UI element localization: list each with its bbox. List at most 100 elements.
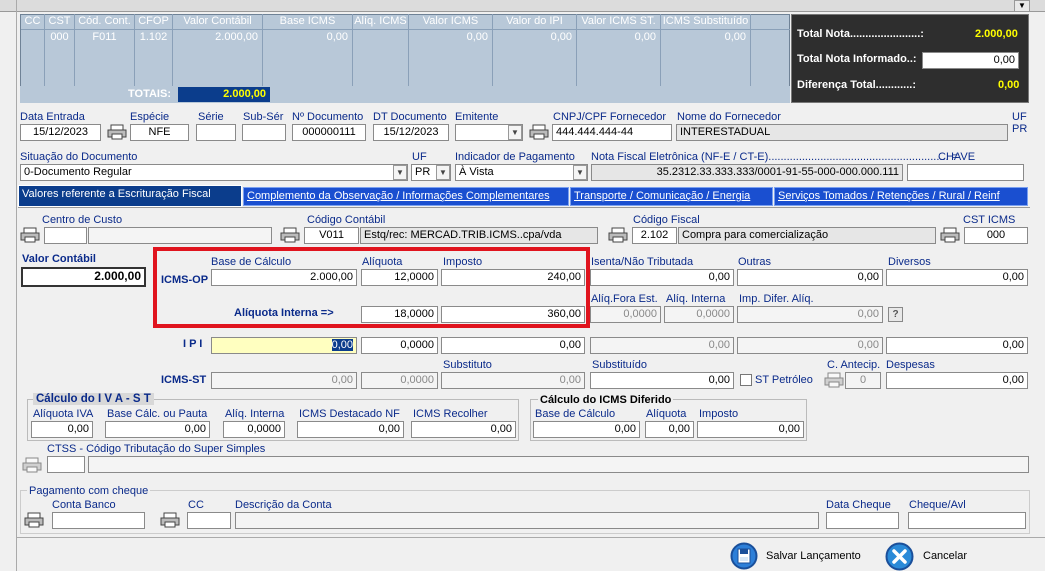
data-entrada-input[interactable]: 15/12/2023	[20, 124, 101, 141]
cc-input[interactable]	[187, 512, 231, 529]
situacao-select[interactable]: 0-Documento Regular	[20, 164, 408, 181]
recolher-input[interactable]: 0,00	[411, 421, 516, 438]
cheque-avl-input[interactable]	[908, 512, 1026, 529]
situacao-chevron-down-icon[interactable]: ▼	[393, 165, 407, 180]
printer-icon[interactable]	[160, 512, 180, 528]
subser-input[interactable]	[242, 124, 286, 141]
ipi-diversos-input[interactable]: 0,00	[886, 337, 1028, 354]
ipi-imposto-input[interactable]: 0,00	[441, 337, 585, 354]
aliq-int2-input[interactable]: 0,0000	[664, 306, 734, 323]
centro-custo-input[interactable]	[44, 227, 87, 244]
diversos-input[interactable]: 0,00	[886, 269, 1028, 286]
ipi-aliquota-input[interactable]: 0,0000	[361, 337, 438, 354]
printer-icon[interactable]	[940, 227, 960, 243]
ipi-base-input[interactable]: 0,00	[211, 337, 357, 354]
grid-row-cell[interactable]: 0,00	[263, 30, 353, 86]
aliq-fora-input[interactable]: 0,0000	[590, 306, 661, 323]
total-informado-input[interactable]: 0,00	[922, 52, 1019, 69]
printer-icon[interactable]	[529, 124, 549, 140]
iva-aliq-interna-input[interactable]: 0,0000	[223, 421, 285, 438]
cancel-button[interactable]: Cancelar	[885, 541, 985, 571]
especie-input[interactable]: NFE	[130, 124, 189, 141]
grid-header-cell[interactable]: Valor ICMS	[409, 14, 493, 29]
grid-row-cell[interactable]: 0,00	[577, 30, 661, 86]
printer-icon[interactable]	[280, 227, 300, 243]
grid-header-cell[interactable]: Valor do IPI	[493, 14, 577, 29]
nfe-input[interactable]: 35.2312.33.333.333/0001-91-55-000-000.00…	[591, 164, 903, 181]
grid-row-cell[interactable]	[21, 30, 45, 86]
cancel-button-label: Cancelar	[923, 550, 968, 562]
cst-input[interactable]: 000	[964, 227, 1028, 244]
grid-header-cell[interactable]: CC	[21, 14, 45, 29]
printer-icon[interactable]	[107, 124, 127, 140]
diferido-imposto-input[interactable]: 0,00	[697, 421, 804, 438]
grid-row-cell[interactable]: 000	[45, 30, 75, 86]
conta-banco-input[interactable]	[52, 512, 145, 529]
base-pauta-input[interactable]: 0,00	[105, 421, 210, 438]
st-petroleo-checkbox[interactable]	[740, 374, 752, 386]
top-scroll-button[interactable]: ▼	[1014, 0, 1030, 12]
grid-row-cell[interactable]	[353, 30, 409, 86]
printer-icon[interactable]	[20, 227, 40, 243]
indpag-select[interactable]: À Vista	[455, 164, 588, 181]
st-aliquota-input[interactable]: 0,0000	[361, 372, 438, 389]
grid-header-cell[interactable]: Base ICMS	[263, 14, 353, 29]
tab-transporte[interactable]: Transporte / Comunicação / Energia	[570, 187, 773, 206]
grid-header-cell[interactable]: Cód. Cont.	[75, 14, 135, 29]
c-antecip-input[interactable]: 0	[845, 372, 881, 389]
grid-row-cell[interactable]: 0,00	[661, 30, 751, 86]
ipi-outras-input[interactable]: 0,00	[737, 337, 883, 354]
tab-complemento-observacao[interactable]: Complemento da Observação / Informações …	[243, 187, 569, 206]
imp-difer-input[interactable]: 0,00	[737, 306, 883, 323]
diferido-aliq-input[interactable]: 0,00	[645, 421, 694, 438]
grid-header-cell[interactable]: ICMS Substituído	[661, 14, 751, 29]
valor-contabil-input[interactable]: 2.000,00	[21, 267, 146, 287]
despesas-input[interactable]: 0,00	[886, 372, 1028, 389]
tab-servicos-tomados[interactable]: Serviços Tomados / Retenções / Rural / R…	[774, 187, 1028, 206]
st-substituto-input[interactable]: 0,00	[441, 372, 585, 389]
st-substituido-input[interactable]: 0,00	[590, 372, 734, 389]
grid-header-cell[interactable]: Valor ICMS ST.	[577, 14, 661, 29]
help-button[interactable]: ?	[888, 307, 903, 322]
chave-input[interactable]	[907, 164, 1024, 181]
cnpj-input[interactable]: 444.444.444-44	[552, 124, 672, 141]
iva-aliq-interna-label: Alíq. Interna	[225, 408, 285, 420]
desc-conta-label: Descrição da Conta	[235, 499, 332, 511]
st-petroleo-label: ST Petróleo	[755, 374, 813, 386]
diferido-base-input[interactable]: 0,00	[533, 421, 640, 438]
aliq-iva-input[interactable]: 0,00	[31, 421, 93, 438]
grid-header-cell[interactable]: CFOP	[135, 14, 173, 29]
grid-row-cell[interactable]: 2.000,00	[173, 30, 263, 86]
save-button[interactable]: Salvar Lançamento	[730, 541, 870, 570]
ndoc-input[interactable]: 000000111	[292, 124, 366, 141]
grid-row-cell[interactable]: 0,00	[493, 30, 577, 86]
ctss-code-input[interactable]	[47, 456, 85, 473]
data-cheque-input[interactable]	[826, 512, 899, 529]
grid-row-cell[interactable]: 1.102	[135, 30, 173, 86]
cst-label: CST ICMS	[963, 214, 1016, 226]
outras-input[interactable]: 0,00	[737, 269, 883, 286]
grid-row-cell[interactable]: F011	[75, 30, 135, 86]
st-base-input[interactable]: 0,00	[211, 372, 357, 389]
grid-header-cell[interactable]: CST	[45, 14, 75, 29]
cod-contabil-input[interactable]: V011	[304, 227, 359, 244]
grid-header-cell[interactable]: Valor Contábil	[173, 14, 263, 29]
printer-icon[interactable]	[24, 512, 44, 528]
printer-icon[interactable]	[824, 372, 844, 388]
aliq-int2-label: Alíq. Interna	[666, 293, 726, 305]
isenta-input[interactable]: 0,00	[590, 269, 734, 286]
ipi-isenta-input[interactable]: 0,00	[590, 337, 734, 354]
destacado-input[interactable]: 0,00	[297, 421, 404, 438]
cod-fiscal-input[interactable]: 2.102	[632, 227, 677, 244]
serie-input[interactable]	[196, 124, 236, 141]
tab-escrituracao-fiscal[interactable]: Valores referente a Escrituração Fiscal	[18, 185, 242, 207]
printer-icon[interactable]	[608, 227, 628, 243]
grid-row-cell[interactable]: 0,00	[409, 30, 493, 86]
grid-header-cell[interactable]: Alíq. ICMS	[353, 14, 409, 29]
nome-input[interactable]: INTERESTADUAL	[676, 124, 1008, 141]
uf-chevron-down-icon[interactable]: ▼	[436, 165, 450, 180]
dtdoc-input[interactable]: 15/12/2023	[373, 124, 449, 141]
emitente-chevron-down-icon[interactable]: ▼	[508, 125, 522, 140]
indpag-chevron-down-icon[interactable]: ▼	[573, 165, 587, 180]
printer-icon[interactable]	[22, 457, 42, 473]
